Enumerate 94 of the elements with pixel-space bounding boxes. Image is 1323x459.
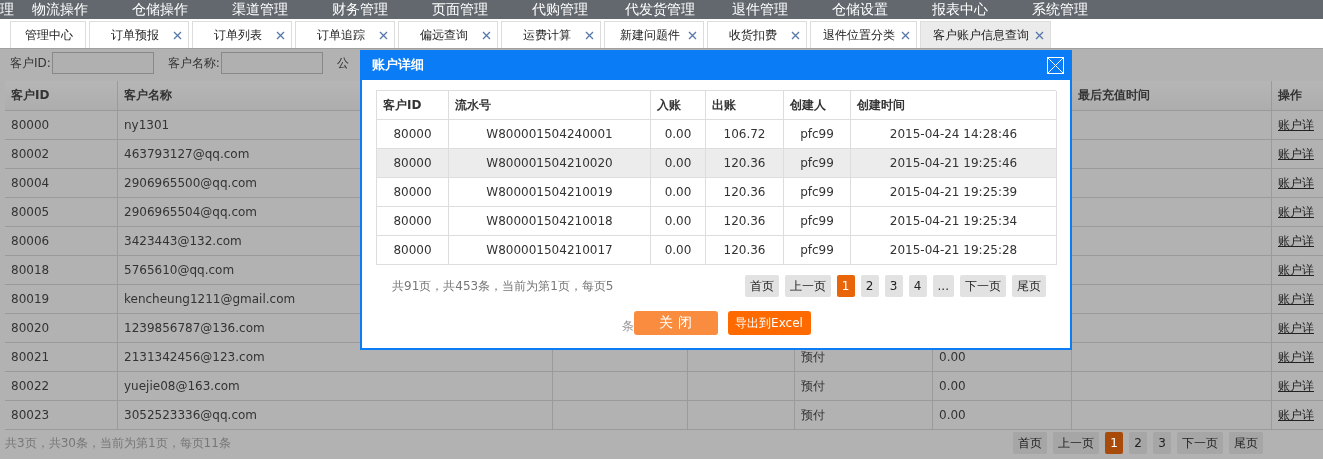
detail-link[interactable]: 账户详 [1278, 145, 1314, 163]
column-header: 出账 [706, 91, 784, 120]
page-button[interactable]: 3 [884, 275, 903, 297]
column-header: 客户ID [5, 81, 118, 111]
table-cell: 80006 [5, 227, 118, 256]
close-icon[interactable] [173, 30, 182, 40]
page-button[interactable]: 3 [1153, 432, 1171, 454]
detail-link[interactable]: 账户详 [1278, 232, 1314, 250]
close-icon[interactable] [585, 30, 594, 40]
column-header: 创建时间 [851, 91, 1057, 120]
tab[interactable]: 客户账户信息查询 [920, 21, 1051, 48]
table-cell: yuejie08@163.com [118, 372, 553, 401]
menu-item[interactable]: 系统管理 [1010, 2, 1110, 16]
table-cell: pfc99 [784, 236, 851, 265]
close-icon[interactable] [1035, 30, 1044, 40]
menu-item[interactable]: 仓储操作 [110, 2, 210, 16]
close-icon[interactable] [482, 30, 491, 40]
pager-button[interactable]: 下一页 [1177, 432, 1223, 454]
tab[interactable]: 订单列表 [192, 21, 292, 48]
menu-item[interactable]: 财务管理 [310, 2, 410, 16]
table-cell: 80021 [5, 343, 118, 372]
table-cell: 80020 [5, 314, 118, 343]
detail-link[interactable]: 账户详 [1278, 116, 1314, 134]
table-cell: 2015-04-21 19:25:28 [851, 236, 1057, 265]
column-header: 创建人 [784, 91, 851, 120]
close-icon[interactable] [276, 30, 285, 40]
detail-link[interactable]: 账户详 [1278, 290, 1314, 308]
tab[interactable]: 运费计算 [501, 21, 601, 48]
column-header: 客户ID [377, 91, 449, 120]
detail-link[interactable]: 账户详 [1278, 203, 1314, 221]
pager-button[interactable]: 上一页 [1053, 432, 1099, 454]
tab[interactable]: 订单追踪 [295, 21, 395, 48]
column-header: 操作 [1272, 81, 1323, 111]
pager-button[interactable]: 首页 [744, 275, 779, 297]
table-cell: 80000 [377, 236, 449, 265]
input-field[interactable] [220, 52, 323, 74]
field-label: 客户名称: [167, 54, 220, 72]
menu-item[interactable]: 仓储设置 [810, 2, 910, 16]
pager-button[interactable]: 下一页 [960, 275, 1006, 297]
field-label: 客户ID: [10, 54, 51, 72]
table-cell: 预付 [795, 401, 933, 430]
input-field[interactable] [51, 52, 154, 74]
page-button[interactable]: 2 [860, 275, 879, 297]
tab[interactable]: 新建问题件 [604, 21, 704, 48]
tab[interactable]: 退件位置分类 [810, 21, 917, 48]
tab[interactable]: 收货扣费 [707, 21, 807, 48]
table-cell: 80002 [5, 140, 118, 169]
close-icon[interactable] [901, 30, 910, 40]
table-cell: 80000 [5, 111, 118, 140]
menu-item[interactable]: 报表中心 [910, 2, 1010, 16]
table-cell: 80022 [5, 372, 118, 401]
detail-link[interactable]: 账户详 [1278, 348, 1314, 366]
column-header: 最后充值时间 [1072, 81, 1272, 111]
pager-button[interactable]: 尾页 [1012, 275, 1046, 297]
table-cell: 80023 [5, 401, 118, 430]
page-button[interactable]: 1 [1105, 432, 1123, 454]
detail-link[interactable]: 账户详 [1278, 319, 1314, 337]
pager-button[interactable]: 上一页 [784, 275, 831, 297]
detail-link[interactable]: 账户详 [1278, 174, 1314, 192]
column-header: 流水号 [449, 91, 651, 120]
page-button[interactable]: 4 [908, 275, 927, 297]
table-cell: 0.00 [933, 401, 1072, 430]
pager-button[interactable]: 首页 [1013, 432, 1047, 454]
close-icon[interactable] [688, 30, 697, 40]
close-icon[interactable] [791, 30, 800, 40]
table-cell: 80004 [5, 169, 118, 198]
table-cell: W800001504210017 [449, 236, 651, 265]
table-cell: 80005 [5, 198, 118, 227]
column-header: 入账 [651, 91, 706, 120]
tab[interactable]: 管理中心 [10, 21, 86, 48]
menu-item[interactable]: 页面管理 [410, 2, 510, 16]
pager-button[interactable]: 尾页 [1229, 432, 1263, 454]
menu-item[interactable]: 退件管理 [710, 2, 810, 16]
menu-item[interactable]: 渠道管理 [210, 2, 310, 16]
detail-link[interactable]: 账户详 [1278, 377, 1314, 395]
tab[interactable]: 偏远查询 [398, 21, 498, 48]
table-cell: 120.36 [706, 236, 784, 265]
menu-item[interactable]: 代购管理 [510, 2, 610, 16]
field-label: 公 [336, 54, 349, 72]
table-cell: 3052523336@qq.com [118, 401, 553, 430]
page-button[interactable]: ... [932, 275, 954, 297]
menu-item[interactable]: 代发货管理 [610, 2, 710, 16]
tab[interactable]: 订单预报 [89, 21, 189, 48]
page-info: 条 [621, 318, 634, 335]
table-cell: 80019 [5, 285, 118, 314]
detail-link[interactable]: 账户详 [1278, 261, 1314, 279]
table-cell: 80018 [5, 256, 118, 285]
page-button[interactable]: 2 [1129, 432, 1147, 454]
table-cell: 0.00 [651, 236, 706, 265]
close-icon[interactable] [379, 30, 388, 40]
table-cell: 0.00 [933, 372, 1072, 401]
dialog-title: 账户详细 [372, 56, 424, 74]
detail-link[interactable]: 账户详 [1278, 406, 1314, 424]
table-cell: 预付 [795, 372, 933, 401]
